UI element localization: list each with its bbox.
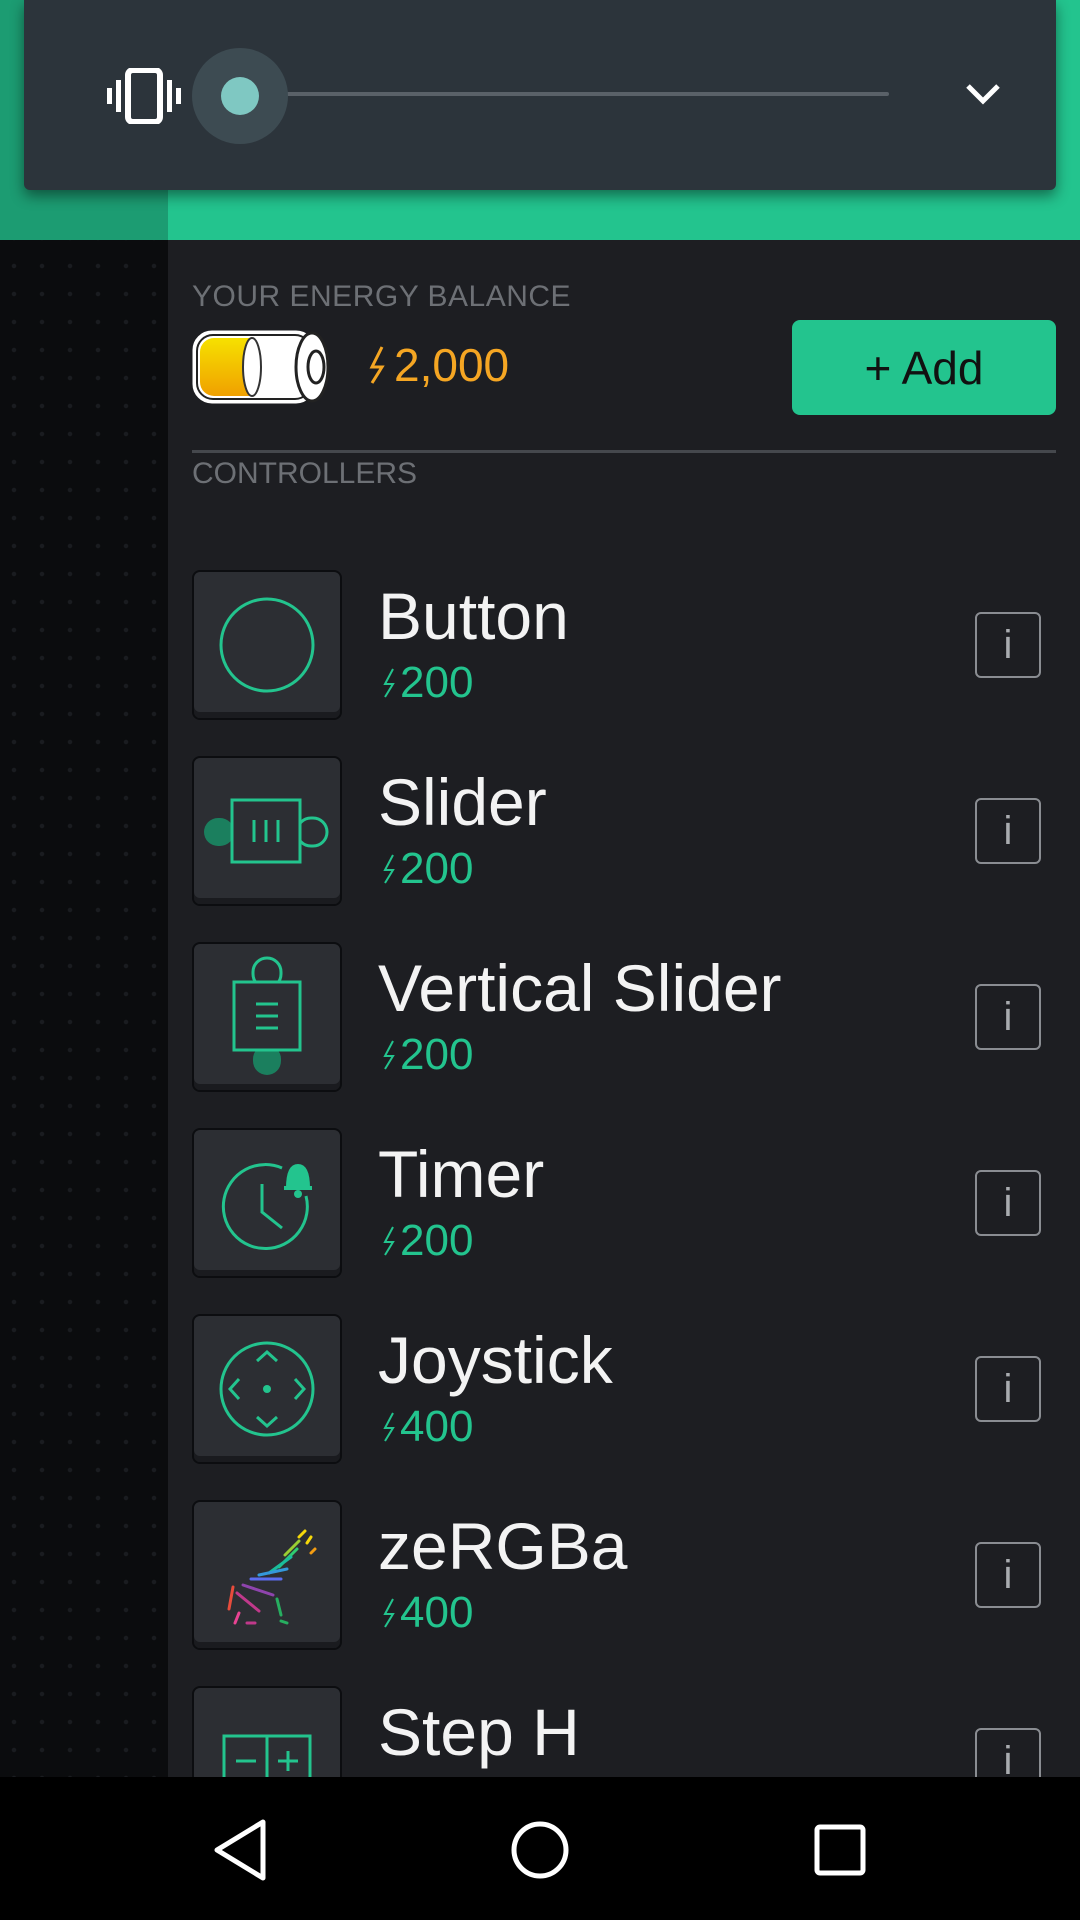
info-button[interactable]: i (975, 1542, 1041, 1608)
energy-bolt-icon (383, 668, 395, 698)
recents-icon[interactable] (795, 1805, 885, 1895)
widget-name: Step H (378, 1695, 580, 1769)
zergba-icon (192, 1500, 342, 1650)
energy-bolt-icon (383, 1226, 395, 1256)
energy-bolt-icon (369, 346, 385, 384)
volume-panel (24, 0, 1056, 190)
widget-cost-value: 400 (400, 1588, 474, 1637)
energy-bolt-icon (383, 1412, 395, 1442)
volume-slider-thumb[interactable] (221, 77, 259, 115)
widget-row-zergba[interactable]: zeRGBa 400 i (192, 1500, 1056, 1686)
widget-row-button[interactable]: Button 200 i (192, 570, 1056, 756)
widget-cost: 400 (382, 1402, 473, 1452)
widget-row-slider[interactable]: Slider 200 i (192, 756, 1056, 942)
widget-box-drawer: YOUR ENERGY BALANCE 2,000 + Add CONTROLL… (168, 240, 1080, 1777)
home-icon[interactable] (495, 1805, 585, 1895)
widget-cost: 200 (382, 844, 473, 894)
info-button[interactable]: i (975, 1356, 1041, 1422)
widget-row-step-h[interactable]: Step H i (192, 1686, 1056, 1777)
project-canvas (0, 0, 168, 1777)
widget-cost: 200 (382, 1030, 473, 1080)
widget-row-timer[interactable]: Timer 200 i (192, 1128, 1056, 1314)
battery-icon (192, 330, 334, 404)
slider-icon (192, 756, 342, 906)
widget-name: zeRGBa (378, 1509, 628, 1583)
vibrate-icon[interactable] (106, 67, 182, 125)
widget-row-vertical-slider[interactable]: Vertical Slider 200 i (192, 942, 1056, 1128)
energy-bolt-icon (383, 854, 395, 884)
widget-cost: 200 (382, 1216, 473, 1266)
widget-name: Timer (378, 1137, 545, 1211)
add-energy-button[interactable]: + Add (792, 320, 1056, 415)
widget-name: Slider (378, 765, 547, 839)
info-button[interactable]: i (975, 984, 1041, 1050)
back-icon[interactable] (196, 1805, 286, 1895)
energy-bolt-icon (383, 1040, 395, 1070)
widget-name: Button (378, 579, 569, 653)
volume-slider-track[interactable] (239, 92, 889, 96)
info-button[interactable]: i (975, 1728, 1041, 1777)
energy-amount-value: 2,000 (394, 339, 510, 391)
energy-balance-label: YOUR ENERGY BALANCE (192, 280, 572, 313)
step-h-icon (192, 1686, 342, 1777)
timer-icon (192, 1128, 342, 1278)
widget-name: Joystick (378, 1323, 613, 1397)
widget-cost: 400 (382, 1588, 473, 1638)
energy-bolt-icon (383, 1598, 395, 1628)
joystick-icon (192, 1314, 342, 1464)
button-icon (192, 570, 342, 720)
widget-list: Button 200 i Slider 200 i Vertical Slide… (192, 570, 1056, 1777)
divider (192, 450, 1056, 453)
info-button[interactable]: i (975, 1170, 1041, 1236)
widget-name: Vertical Slider (378, 951, 782, 1025)
widget-cost-value: 400 (400, 1402, 474, 1451)
section-label-controllers: CONTROLLERS (192, 457, 418, 490)
energy-amount: 2,000 (368, 338, 509, 392)
widget-cost: 200 (382, 658, 473, 708)
widget-cost-value: 200 (400, 658, 474, 707)
widget-cost-value: 200 (400, 1030, 474, 1079)
chevron-down-icon[interactable] (964, 80, 1002, 108)
widget-cost-value: 200 (400, 1216, 474, 1265)
info-button[interactable]: i (975, 798, 1041, 864)
widget-row-joystick[interactable]: Joystick 400 i (192, 1314, 1056, 1500)
info-button[interactable]: i (975, 612, 1041, 678)
vertical-slider-icon (192, 942, 342, 1092)
widget-cost-value: 200 (400, 844, 474, 893)
navigation-bar (0, 1777, 1080, 1920)
